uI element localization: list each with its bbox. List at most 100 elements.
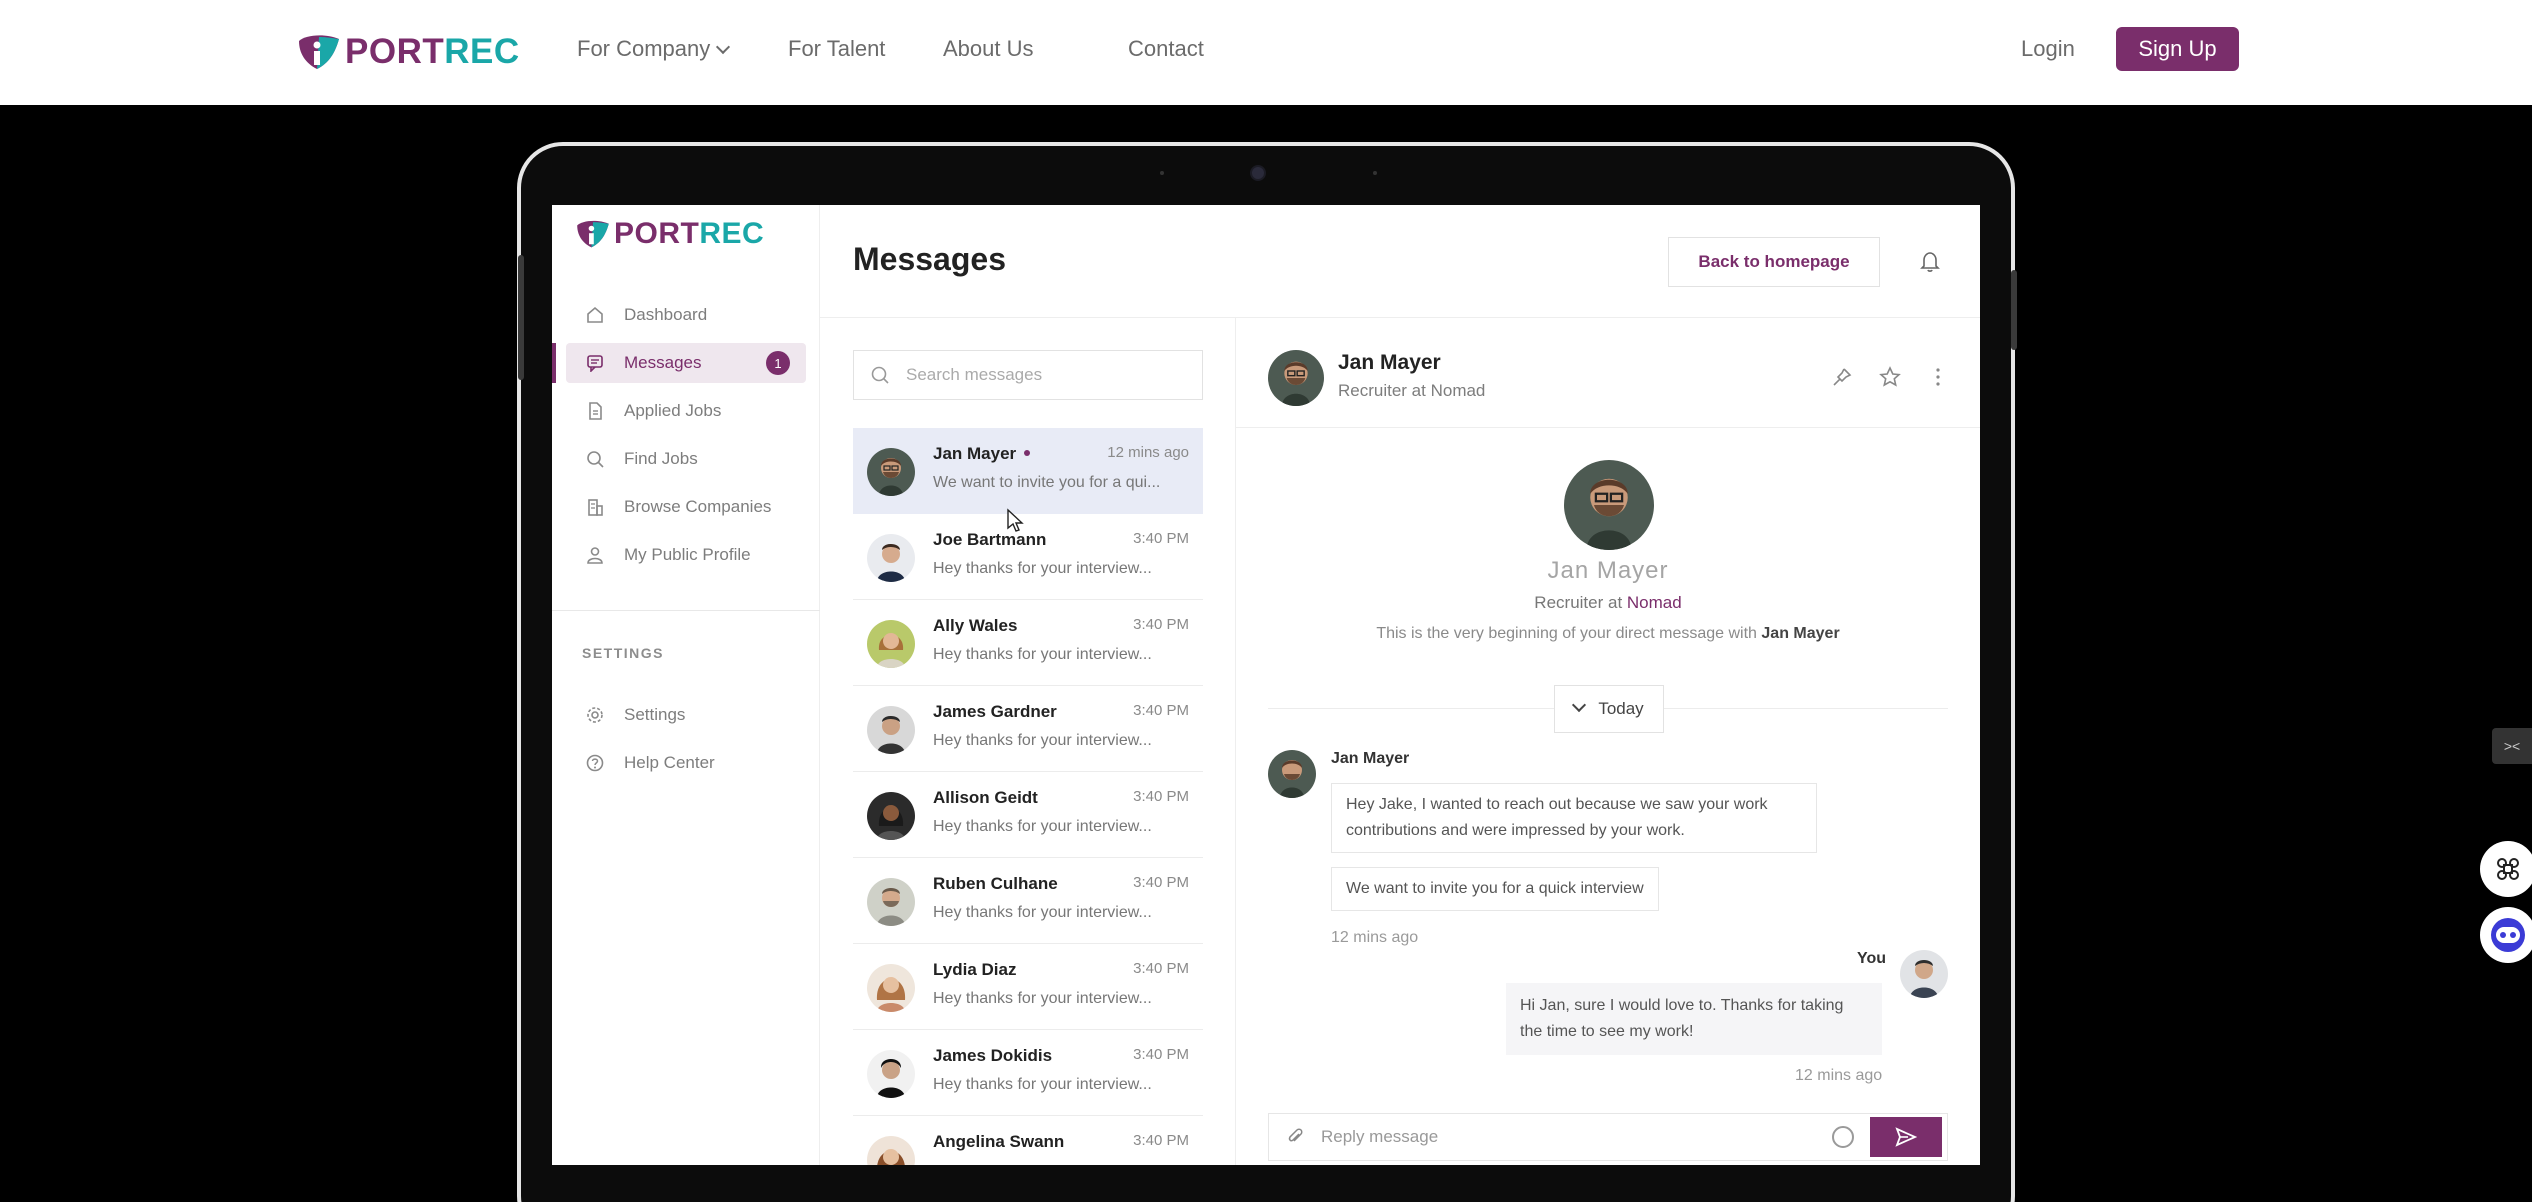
more-vertical-icon[interactable]: [1926, 365, 1950, 389]
conversation-preview: Hey thanks for your interview...: [933, 990, 1152, 1007]
send-button[interactable]: [1870, 1117, 1942, 1157]
send-icon: [1895, 1127, 1917, 1147]
intro-text: This is the very beginning of your direc…: [1376, 625, 1840, 642]
incoming-message: Hey Jake, I wanted to reach out because …: [1331, 783, 1817, 853]
day-separator[interactable]: Today: [1554, 685, 1664, 733]
search-icon: [871, 366, 889, 384]
conversation-item[interactable]: James Dokidis 3:40 PM Hey thanks for you…: [853, 1030, 1203, 1116]
conversation-preview: Hey thanks for your interview...: [933, 904, 1152, 921]
code-icon: ><: [2503, 738, 2521, 754]
star-icon[interactable]: [1878, 365, 1902, 389]
column-divider: [1235, 317, 1236, 1165]
conversation-name: Lydia Diaz: [933, 960, 1017, 979]
conversation-name: Angelina Swann: [933, 1132, 1065, 1151]
avatar: [867, 448, 915, 496]
sidebar-item-messages[interactable]: Messages 1: [566, 343, 806, 383]
sender-name: Jan Mayer: [1331, 750, 1410, 767]
attachment-icon[interactable]: [1285, 1127, 1305, 1147]
avatar: [867, 964, 915, 1012]
conversation-name: Allison Geidt: [933, 788, 1038, 807]
sidebar-item-applied-jobs[interactable]: Applied Jobs: [566, 391, 806, 431]
message-time: 12 mins ago: [1795, 1067, 1883, 1084]
contact-name: Jan Mayer: [1338, 351, 1441, 374]
reply-placeholder: Reply message: [1321, 1127, 1439, 1146]
sidebar-item-dashboard[interactable]: Dashboard: [566, 295, 806, 335]
nav-for-company[interactable]: For Company: [577, 36, 731, 62]
emoji-icon[interactable]: [1832, 1126, 1854, 1148]
sidebar-item-find-jobs[interactable]: Find Jobs: [566, 439, 806, 479]
conversation-time: 3:40 PM: [1133, 788, 1189, 805]
conversation-item[interactable]: Ally Wales 3:40 PM Hey thanks for your i…: [853, 600, 1203, 686]
intro-role: Recruiter at Nomad: [1534, 593, 1682, 612]
mouse-cursor-icon: [1007, 508, 1024, 532]
conversation-item[interactable]: Ruben Culhane 3:40 PM Hey thanks for you…: [853, 858, 1203, 944]
user-avatar: [1900, 950, 1948, 998]
avatar: [867, 792, 915, 840]
unread-dot: [1024, 450, 1031, 456]
sensor-dot: [1373, 171, 1377, 175]
search-icon: [587, 451, 604, 468]
sidebar-item-label: Messages: [624, 353, 702, 372]
incoming-message: We want to invite you for a quick interv…: [1331, 867, 1659, 911]
avatar: [867, 706, 915, 754]
outgoing-message: Hi Jan, sure I would love to. Thanks for…: [1506, 983, 1882, 1055]
search-placeholder: Search messages: [906, 365, 1043, 384]
conversation-preview: Hey thanks for your interview...: [933, 732, 1152, 749]
conversation-time: 3:40 PM: [1133, 960, 1189, 977]
conversation-item[interactable]: James Gardner 3:40 PM Hey thanks for you…: [853, 686, 1203, 772]
conversation-item[interactable]: Angelina Swann 3:40 PM: [853, 1116, 1203, 1165]
active-indicator: [552, 343, 556, 383]
conversation-item[interactable]: Jan Mayer 12 mins ago We want to invite …: [853, 428, 1203, 514]
sidebar-item-settings[interactable]: Settings: [566, 695, 806, 735]
app-sidebar: PORTREC Dashboard Messages 1 Applied Job…: [552, 205, 820, 1165]
command-glyph-icon: [2497, 858, 2519, 880]
conversation-name: James Dokidis: [933, 1046, 1053, 1065]
conversation-name: Joe Bartmann: [933, 530, 1047, 549]
conversation-item[interactable]: Joe Bartmann 3:40 PM Hey thanks for your…: [853, 514, 1203, 600]
sidebar-item-browse-companies[interactable]: Browse Companies: [566, 487, 806, 527]
feedback-tab[interactable]: ><: [2492, 728, 2532, 764]
site-logo[interactable]: PORTREC: [295, 32, 520, 72]
conversation-preview: Hey thanks for your interview...: [933, 560, 1152, 577]
document-icon: [589, 402, 602, 420]
bot-glyph-icon: [2491, 918, 2525, 952]
laptop-side-button: [2011, 270, 2017, 350]
sidebar-item-label: Settings: [624, 705, 686, 724]
intro-avatar: [1564, 460, 1654, 550]
logo-wordmark: PORTREC: [614, 217, 765, 250]
home-icon: [587, 306, 603, 323]
command-icon[interactable]: [2480, 841, 2532, 897]
sidebar-item-help-center[interactable]: Help Center: [566, 743, 806, 783]
chat-icon: [587, 355, 603, 372]
avatar: [867, 1136, 915, 1165]
help-icon: [586, 754, 604, 772]
search-messages-input[interactable]: Search messages: [853, 350, 1203, 400]
nav-for-talent[interactable]: For Talent: [788, 36, 885, 62]
portrec-logo-mark-icon: [577, 220, 609, 248]
chevron-down-icon: [1572, 697, 1587, 713]
settings-section-title: SETTINGS: [582, 645, 665, 661]
conversation-preview: We want to invite you for a qui...: [933, 474, 1161, 491]
pin-icon[interactable]: [1830, 365, 1854, 389]
logo-wordmark: PORTREC: [345, 32, 520, 71]
chat-header-divider: [1236, 427, 1980, 428]
sidebar-item-label: Dashboard: [624, 305, 708, 324]
login-link[interactable]: Login: [2021, 36, 2075, 62]
back-to-homepage-button[interactable]: Back to homepage: [1668, 237, 1880, 287]
nav-about-us[interactable]: About Us: [943, 36, 1034, 62]
conversation-item[interactable]: Allison Geidt 3:40 PM Hey thanks for you…: [853, 772, 1203, 858]
assistant-bot-icon[interactable]: [2480, 907, 2532, 963]
conversation-item[interactable]: Lydia Diaz 3:40 PM Hey thanks for your i…: [853, 944, 1203, 1030]
contact-avatar[interactable]: [1268, 350, 1324, 406]
bell-icon[interactable]: [1918, 249, 1942, 273]
signup-button[interactable]: Sign Up: [2116, 27, 2239, 71]
sender-avatar: [1268, 750, 1316, 798]
avatar: [867, 1050, 915, 1098]
avatar: [867, 878, 915, 926]
app-logo[interactable]: PORTREC: [574, 217, 764, 251]
conversation-time: 3:40 PM: [1133, 702, 1189, 719]
sensor-dot: [1160, 171, 1164, 175]
conversation-time: 3:40 PM: [1133, 616, 1189, 633]
sidebar-item-my-public-profile[interactable]: My Public Profile: [566, 535, 806, 575]
nav-contact[interactable]: Contact: [1128, 36, 1204, 62]
